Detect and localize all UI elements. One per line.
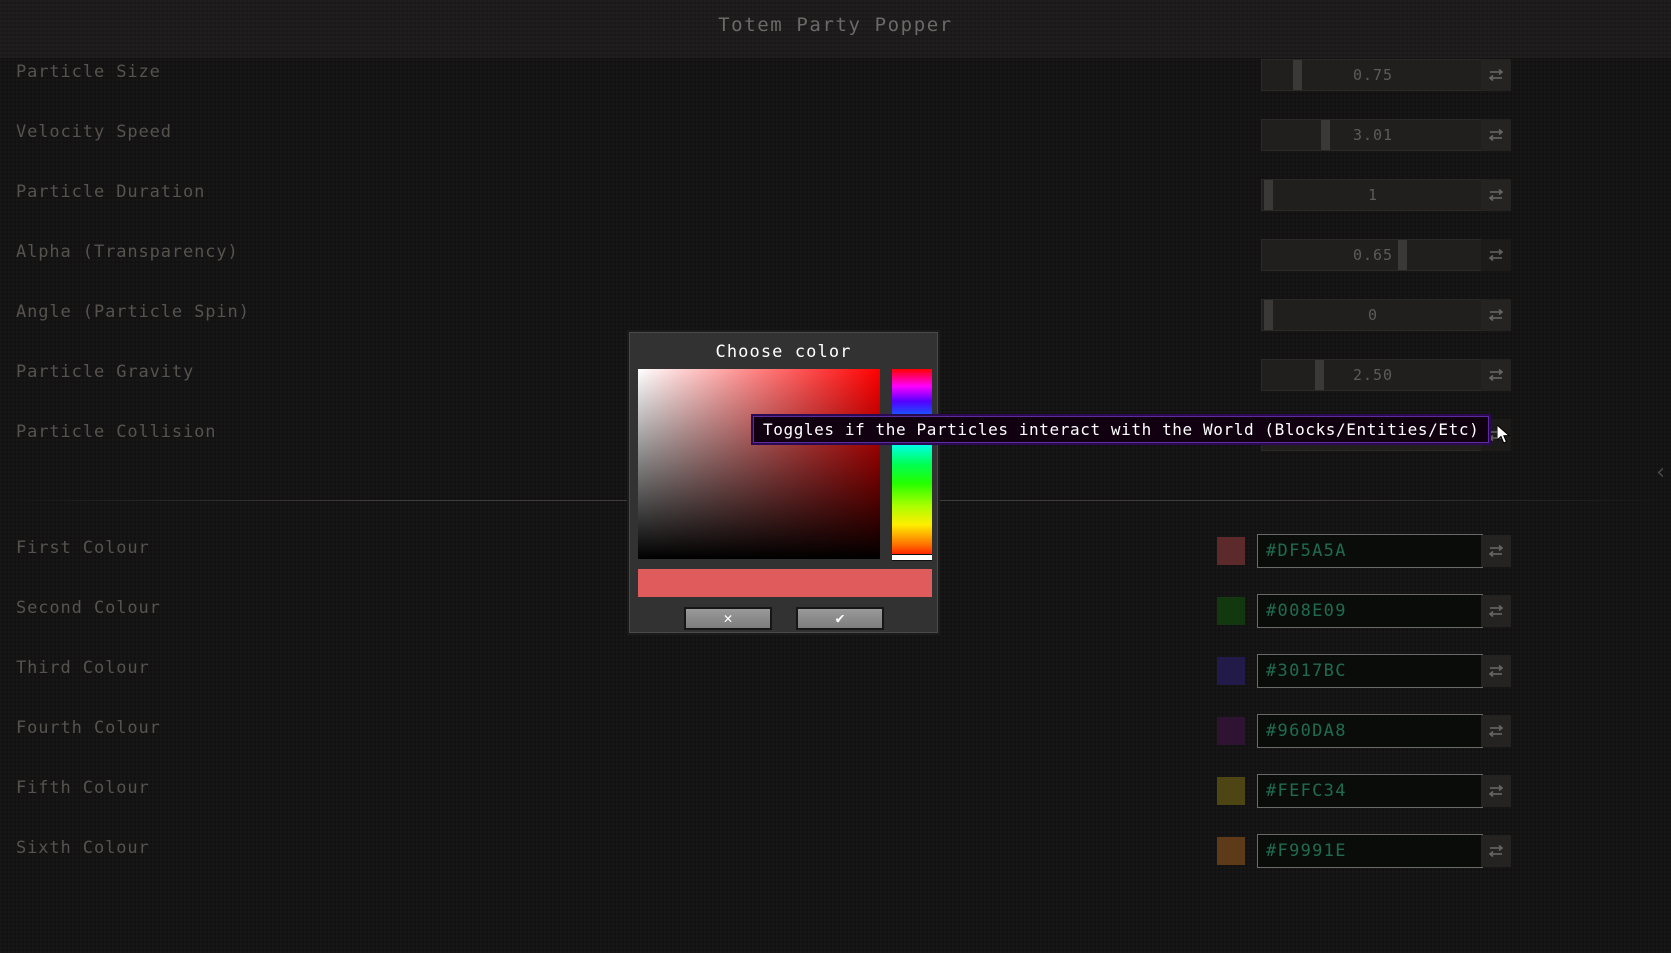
reset-button[interactable] [1481, 595, 1511, 627]
cancel-button[interactable]: ✕ [684, 607, 772, 630]
hex-value: #008E09 [1258, 601, 1347, 621]
colour-row: Third Colour #3017BC [0, 648, 1671, 694]
hex-input[interactable]: #008E09 [1257, 594, 1483, 628]
hex-input[interactable]: #FEFC34 [1257, 774, 1483, 808]
colour-row: Fourth Colour #960DA8 [0, 708, 1671, 754]
colour-label: First Colour [16, 538, 150, 558]
choose-color-dialog: Choose color ✕ ✔ [627, 330, 940, 635]
hex-value: #DF5A5A [1258, 541, 1347, 561]
colour-label: Third Colour [16, 658, 150, 678]
setting-row: Particle Size 0.75 [0, 52, 1671, 98]
tooltip: Toggles if the Particles interact with t… [751, 414, 1491, 445]
setting-label: Particle Duration [16, 182, 205, 202]
reset-button[interactable] [1481, 239, 1511, 271]
color-preview-bar [638, 569, 932, 597]
setting-slider[interactable]: 0.65 [1261, 239, 1483, 271]
hex-value: #3017BC [1258, 661, 1347, 681]
slider-value: 3.01 [1262, 120, 1484, 150]
setting-label: Velocity Speed [16, 122, 172, 142]
colour-label: Fifth Colour [16, 778, 150, 798]
hex-value: #F9991E [1258, 841, 1347, 861]
slider-value: 0.75 [1262, 60, 1484, 90]
setting-row: Velocity Speed 3.01 [0, 112, 1671, 158]
setting-row: Particle Duration 1 [0, 172, 1671, 218]
reset-button[interactable] [1481, 715, 1511, 747]
reset-button[interactable] [1481, 535, 1511, 567]
setting-slider[interactable]: 2.50 [1261, 359, 1483, 391]
reset-button[interactable] [1481, 119, 1511, 151]
setting-slider[interactable]: 0 [1261, 299, 1483, 331]
hex-value: #960DA8 [1258, 721, 1347, 741]
reset-button[interactable] [1481, 775, 1511, 807]
colour-swatch[interactable] [1217, 597, 1245, 625]
app-root: Totem Party Popper Particle Size 0.75 Velo… [0, 0, 1671, 953]
reset-button[interactable] [1481, 59, 1511, 91]
colour-swatch[interactable] [1217, 777, 1245, 805]
slider-value: 2.50 [1262, 360, 1484, 390]
dialog-title: Choose color [629, 342, 938, 362]
setting-label: Particle Gravity [16, 362, 194, 382]
hex-value: #FEFC34 [1258, 781, 1347, 801]
setting-label: Particle Collision [16, 422, 216, 442]
reset-button[interactable] [1481, 359, 1511, 391]
colour-row: Fifth Colour #FEFC34 [0, 768, 1671, 814]
colour-label: Second Colour [16, 598, 161, 618]
colour-label: Sixth Colour [16, 838, 150, 858]
colour-swatch[interactable] [1217, 657, 1245, 685]
mouse-cursor [1497, 425, 1511, 449]
colour-swatch[interactable] [1217, 717, 1245, 745]
slider-value: 0 [1262, 300, 1484, 330]
setting-slider[interactable]: 1 [1261, 179, 1483, 211]
hex-input[interactable]: #DF5A5A [1257, 534, 1483, 568]
page-title: Totem Party Popper [0, 14, 1671, 36]
reset-button[interactable] [1481, 179, 1511, 211]
hex-input[interactable]: #960DA8 [1257, 714, 1483, 748]
slider-value: 1 [1262, 180, 1484, 210]
slider-value: 0.65 [1262, 240, 1484, 270]
setting-slider[interactable]: 3.01 [1261, 119, 1483, 151]
colour-swatch[interactable] [1217, 837, 1245, 865]
setting-slider[interactable]: 0.75 [1261, 59, 1483, 91]
colour-row: Sixth Colour #F9991E [0, 828, 1671, 874]
setting-label: Angle (Particle Spin) [16, 302, 250, 322]
setting-label: Particle Size [16, 62, 161, 82]
setting-row: Alpha (Transparency) 0.65 [0, 232, 1671, 278]
reset-button[interactable] [1481, 655, 1511, 687]
hue-slider-handle[interactable] [892, 554, 932, 561]
chevron-left-icon[interactable]: ‹ [1656, 460, 1665, 485]
colour-label: Fourth Colour [16, 718, 161, 738]
reset-button[interactable] [1481, 835, 1511, 867]
reset-button[interactable] [1481, 299, 1511, 331]
confirm-button[interactable]: ✔ [796, 607, 884, 630]
colour-swatch[interactable] [1217, 537, 1245, 565]
hue-slider[interactable] [892, 369, 932, 559]
hex-input[interactable]: #3017BC [1257, 654, 1483, 688]
hex-input[interactable]: #F9991E [1257, 834, 1483, 868]
setting-label: Alpha (Transparency) [16, 242, 239, 262]
saturation-value-area[interactable] [638, 369, 880, 559]
